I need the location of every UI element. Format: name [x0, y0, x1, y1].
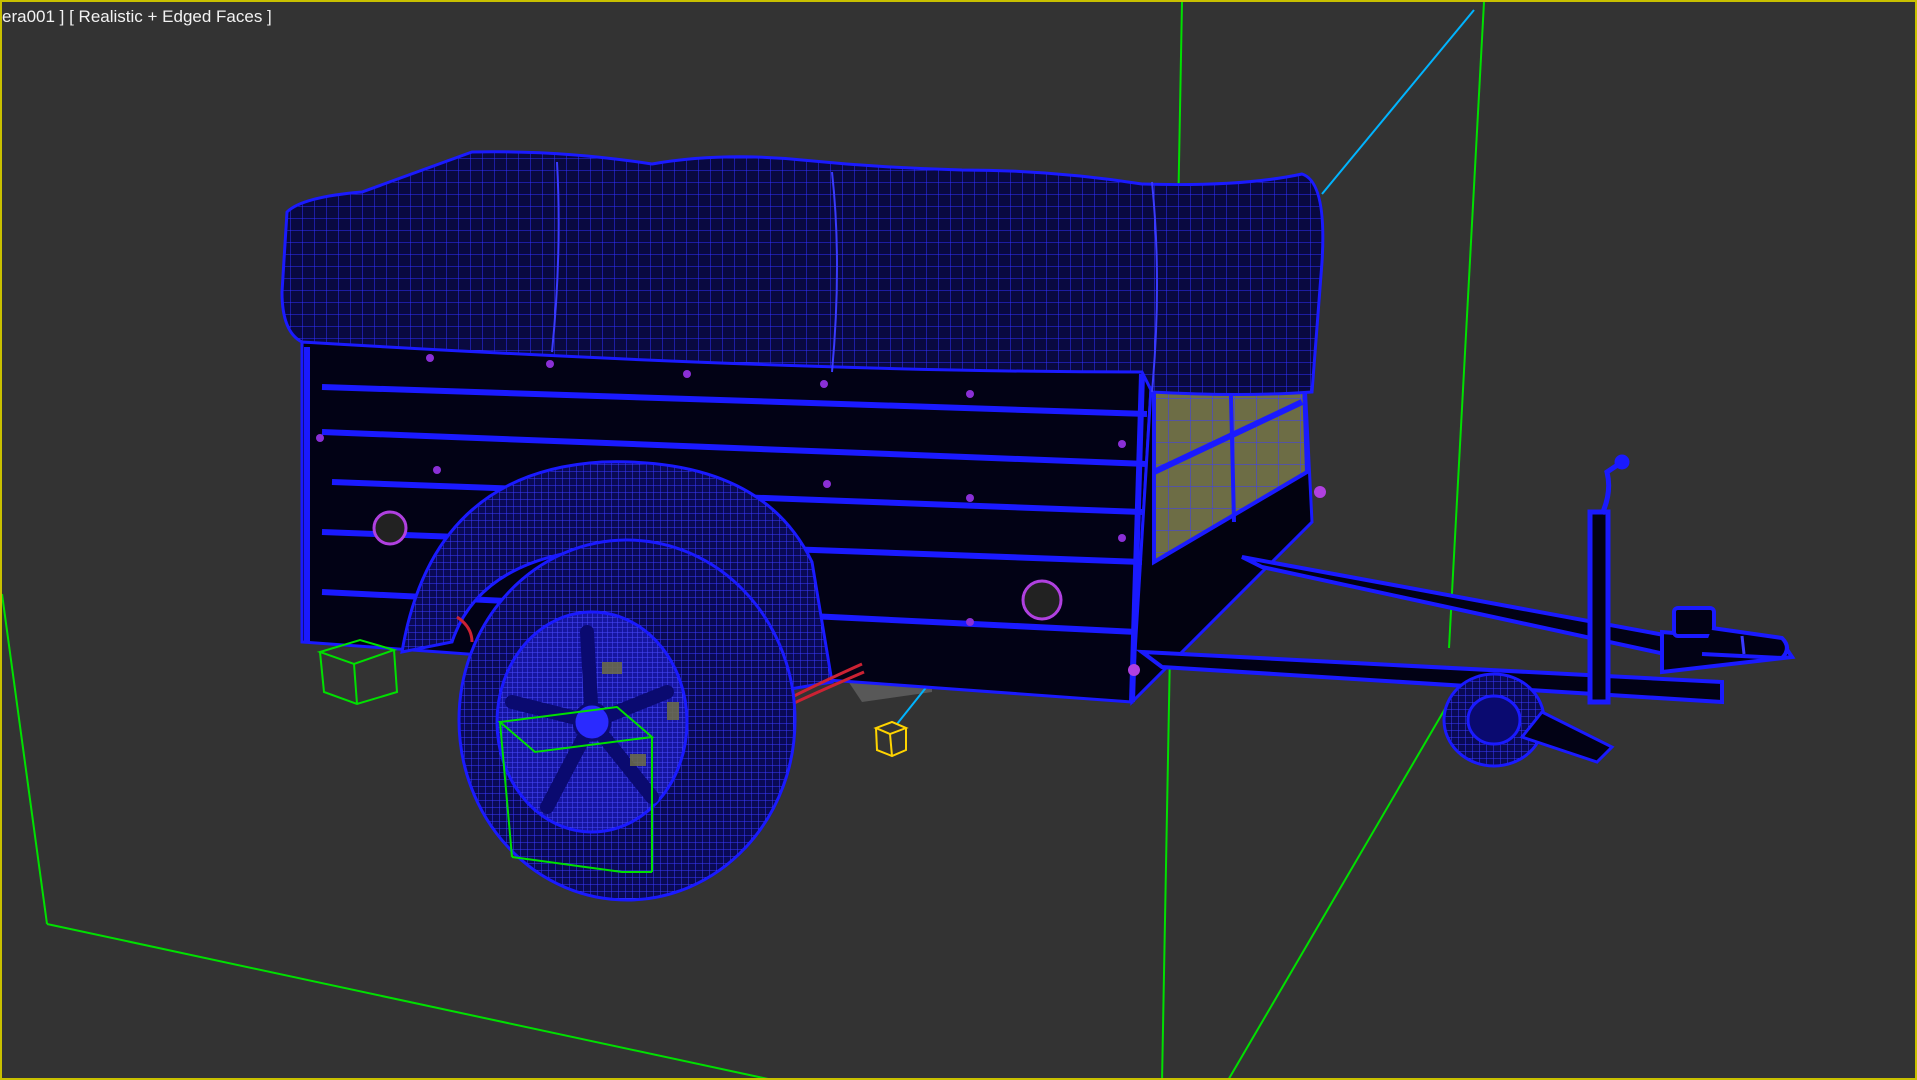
dummy-helper-box[interactable] — [873, 720, 909, 758]
viewport-camera[interactable]: era001 ] [ Realistic + Edged Faces ] — [0, 0, 1917, 1080]
viewport-label[interactable]: era001 ] [ Realistic + Edged Faces ] — [2, 6, 272, 28]
camera-target-line — [1321, 9, 1475, 195]
side-reflector-left — [372, 510, 408, 546]
viewport-scene — [2, 2, 1796, 1078]
jockey-wheel-post[interactable] — [1587, 454, 1630, 705]
side-reflector-right — [1021, 579, 1063, 621]
corner-helper-box[interactable] — [316, 638, 399, 706]
